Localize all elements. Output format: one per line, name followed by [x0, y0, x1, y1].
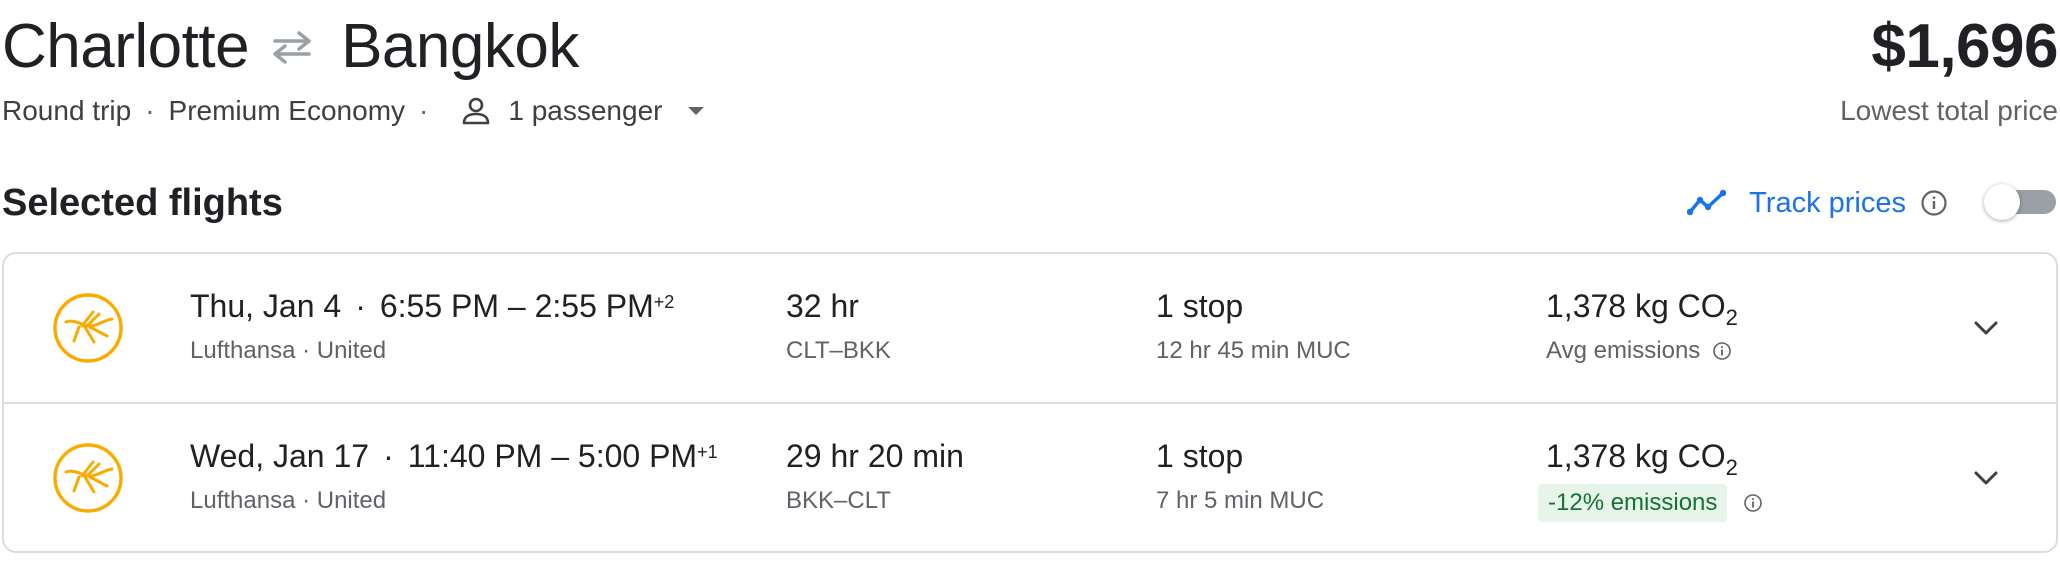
origin-city: Charlotte [2, 12, 250, 81]
flight-date: Wed, Jan 17 [190, 438, 370, 474]
chevron-down-icon[interactable] [1970, 312, 2002, 344]
layover-details: 12 hr 45 min MUC [1156, 337, 1351, 364]
flight-duration: 29 hr 20 min [786, 438, 964, 474]
day-offset: +2 [653, 292, 675, 312]
co2-subscript: 2 [1725, 305, 1738, 330]
passenger-count: 1 passenger [508, 95, 663, 126]
track-prices[interactable]: Track prices [1687, 180, 1948, 226]
lufthansa-logo [53, 443, 123, 513]
separator: · [383, 438, 394, 474]
trip-type: Round trip [2, 95, 132, 126]
emissions-info: Avg emissions [1546, 334, 1732, 368]
co2-subscript: 2 [1725, 455, 1738, 480]
info-icon[interactable] [1712, 341, 1732, 361]
trend-line-icon [1687, 189, 1727, 216]
passenger-selector[interactable]: 1 passenger [460, 95, 705, 127]
info-icon[interactable] [1743, 493, 1763, 513]
flight-date: Thu, Jan 4 [190, 288, 342, 324]
flight-duration: 32 hr [786, 288, 859, 324]
emissions-badge: -12% emissions [1538, 484, 1728, 522]
track-prices-label[interactable]: Track prices [1749, 187, 1906, 220]
separator: · [145, 95, 155, 126]
stop-count: 1 stop [1156, 288, 1244, 324]
trip-details: Round trip · Premium Economy · 1 passeng… [2, 88, 705, 134]
time-range: 6:55 PM – 2:55 PM [379, 288, 654, 324]
co2-value: 1,378 kg CO [1546, 438, 1726, 474]
route-title: Charlotte Bangkok [2, 8, 579, 86]
flight-times: Wed, Jan 17 · 11:40 PM – 5:00 PM+1 [190, 434, 718, 478]
section-title: Selected flights [2, 182, 283, 224]
person-icon [463, 97, 490, 125]
caret-down-icon [688, 107, 705, 115]
flight-route: CLT–BKK [786, 337, 891, 364]
emissions-info: -12% emissions [1538, 484, 1763, 522]
price-label: Lowest total price [1840, 95, 2058, 126]
emissions-label: Avg emissions [1546, 337, 1701, 364]
airline-names: Lufthansa · United [190, 337, 387, 364]
co2-emissions: 1,378 kg CO2 [1546, 284, 1738, 332]
destination-city: Bangkok [341, 12, 579, 81]
chevron-down-icon[interactable] [1970, 462, 2002, 494]
lufthansa-logo [53, 293, 123, 363]
flight-summary-page: Charlotte Bangkok Round trip · Premium E… [0, 0, 2060, 568]
layover-details: 7 hr 5 min MUC [1156, 487, 1325, 514]
cabin-class: Premium Economy [168, 95, 406, 126]
stop-count: 1 stop [1156, 438, 1244, 474]
flight-times: Thu, Jan 4 · 6:55 PM – 2:55 PM+2 [190, 284, 674, 328]
flight-row[interactable]: Thu, Jan 4 · 6:55 PM – 2:55 PM+2 Lufthansa… [4, 254, 2056, 402]
toggle-knob [1984, 184, 2020, 220]
airline-names: Lufthansa · United [190, 487, 387, 514]
lowest-price: $1,696 [1871, 12, 2058, 81]
flight-route: BKK–CLT [786, 487, 891, 514]
co2-emissions: 1,378 kg CO2 [1546, 434, 1738, 482]
track-prices-toggle[interactable] [1984, 184, 2058, 220]
co2-value: 1,378 kg CO [1546, 288, 1726, 324]
flight-row[interactable]: Wed, Jan 17 · 11:40 PM – 5:00 PM+1 Lufthan… [4, 404, 2056, 552]
info-icon[interactable] [1920, 189, 1948, 217]
separator: · [419, 95, 429, 126]
selected-flights-list: Thu, Jan 4 · 6:55 PM – 2:55 PM+2 Lufthansa… [2, 252, 2058, 553]
swap-arrows-icon [273, 31, 311, 64]
day-offset: +1 [697, 442, 718, 462]
time-range: 11:40 PM – 5:00 PM [407, 438, 698, 474]
separator: · [355, 288, 366, 324]
